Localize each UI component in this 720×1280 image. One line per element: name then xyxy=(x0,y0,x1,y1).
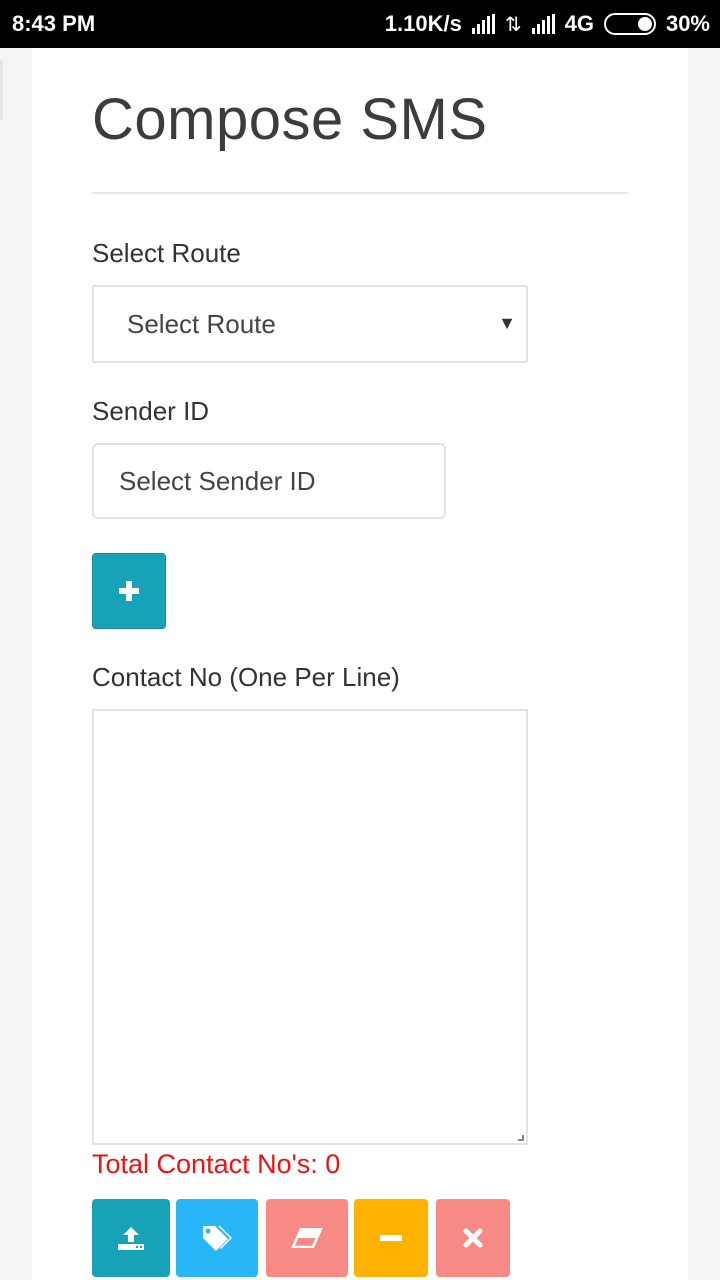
page-title: Compose SMS xyxy=(92,87,488,152)
remove-button[interactable] xyxy=(354,1199,428,1277)
data-transfer-icon: ⇅ xyxy=(504,13,522,36)
sender-id-input[interactable]: Select Sender ID xyxy=(92,443,446,519)
plus-icon xyxy=(119,581,139,601)
total-contacts: Total Contact No's: 0 xyxy=(92,1149,341,1179)
contacts-textarea[interactable] xyxy=(92,709,528,1145)
signal-icon-2 xyxy=(531,14,555,34)
status-bar: 8:43 PM 1.10K/s ⇅ 4G 30% xyxy=(0,0,720,48)
add-sender-button[interactable] xyxy=(92,553,166,629)
tags-icon xyxy=(203,1226,232,1251)
route-label: Select Route xyxy=(92,238,241,268)
tags-button[interactable] xyxy=(176,1199,258,1277)
title-divider xyxy=(92,192,628,194)
sender-id-placeholder: Select Sender ID xyxy=(119,466,316,496)
contacts-label: Contact No (One Per Line) xyxy=(92,662,400,692)
resize-grip-icon[interactable] xyxy=(518,1135,524,1141)
upload-button[interactable] xyxy=(92,1199,170,1277)
status-right: 1.10K/s ⇅ 4G 30% xyxy=(385,11,710,37)
upload-icon xyxy=(118,1227,144,1250)
erase-button[interactable] xyxy=(266,1199,348,1277)
dropdown-arrow-icon: ▼ xyxy=(498,313,516,333)
battery-percent: 30% xyxy=(665,11,710,36)
sender-label: Sender ID xyxy=(92,396,210,426)
route-select-value: Select Route xyxy=(127,309,276,339)
close-icon xyxy=(463,1228,483,1248)
clear-button[interactable] xyxy=(436,1199,510,1277)
network-speed: 1.10K/s xyxy=(384,11,462,36)
minus-icon xyxy=(380,1235,402,1241)
network-type: 4G xyxy=(564,11,594,36)
route-select[interactable]: Select Route ▼ xyxy=(92,285,528,363)
signal-icon xyxy=(471,14,495,34)
eraser-icon xyxy=(291,1228,323,1248)
battery-icon xyxy=(603,13,656,35)
background-edge xyxy=(0,60,3,120)
status-time: 8:43 PM xyxy=(12,11,96,36)
